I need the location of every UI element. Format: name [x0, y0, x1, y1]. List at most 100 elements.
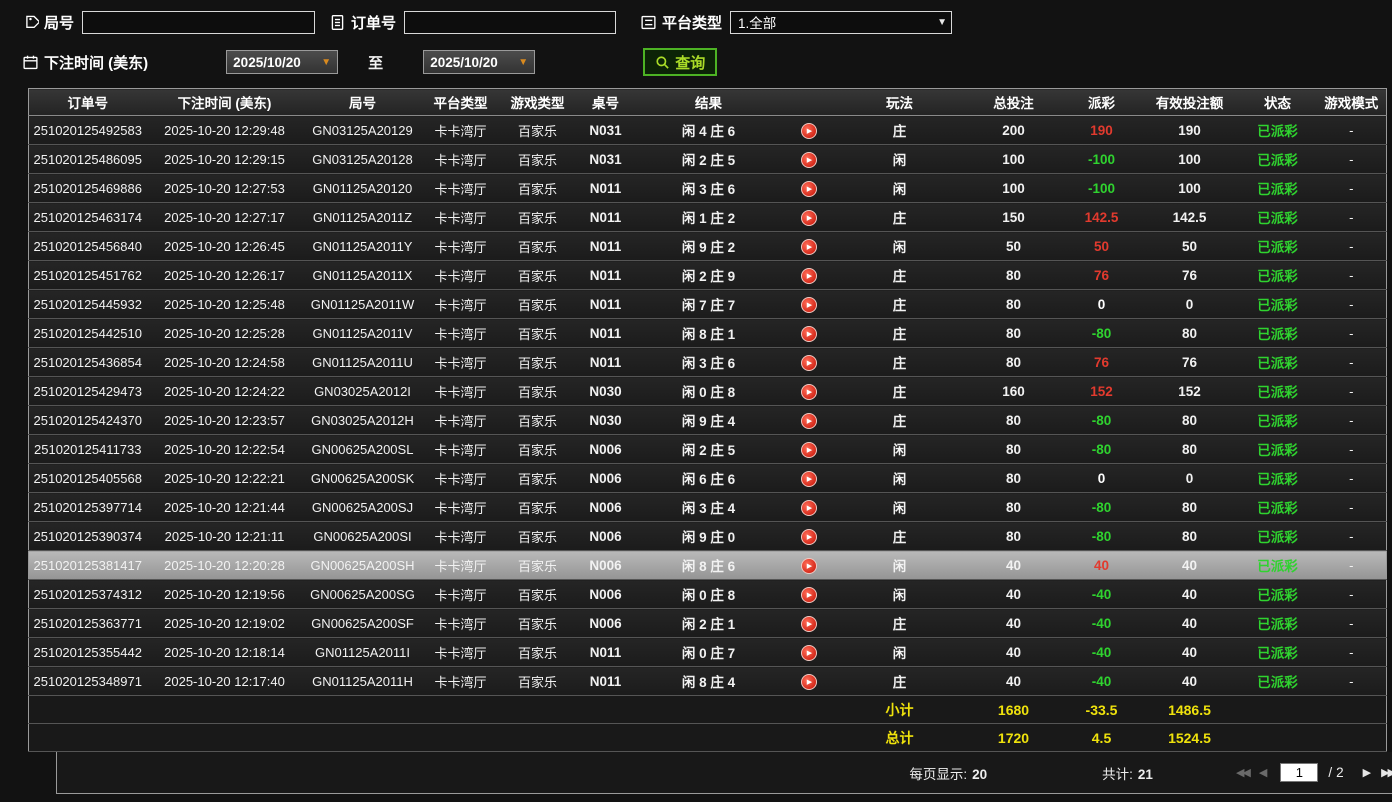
table-row[interactable]: 251020125424370 2025-10-20 12:23:57 GN0302…	[28, 405, 1387, 435]
cell-status: 已派彩	[1238, 347, 1317, 377]
game-no-label: 局号	[44, 14, 75, 32]
cell-play-type: 庄	[834, 289, 965, 319]
table-row[interactable]: 251020125411733 2025-10-20 12:22:54 GN0062…	[28, 434, 1387, 464]
cell-game-type: 百家乐	[498, 405, 577, 435]
platform-type-select[interactable]: 1.全部 ▼	[730, 10, 953, 34]
table-row[interactable]: 251020125397714 2025-10-20 12:21:44 GN0062…	[28, 492, 1387, 522]
replay-icon[interactable]: ▶	[800, 239, 817, 255]
cell-result: 闲 3 庄 6	[634, 173, 783, 203]
replay-icon[interactable]: ▶	[800, 384, 817, 400]
cell-total-bet: 80	[964, 521, 1063, 551]
cell-total-bet: 80	[964, 260, 1063, 290]
replay-icon[interactable]: ▶	[800, 500, 817, 516]
cell-play-type: 庄	[834, 376, 965, 406]
list-icon	[641, 15, 656, 29]
replay-icon[interactable]: ▶	[800, 471, 817, 487]
replay-icon[interactable]: ▶	[800, 413, 817, 429]
cell-total-bet: 40	[964, 550, 1063, 580]
cell-total-bet: 200	[964, 115, 1063, 145]
per-page-value: 20	[972, 766, 988, 782]
replay-icon[interactable]: ▶	[800, 442, 817, 458]
platform-type-value: 1.全部	[738, 16, 777, 31]
replay-icon[interactable]: ▶	[800, 616, 817, 632]
cell-table-no: N011	[576, 318, 635, 348]
table-row[interactable]: 251020125374312 2025-10-20 12:19:56 GN0062…	[28, 579, 1387, 609]
cell-order-no: 251020125445932	[28, 289, 147, 319]
table-row[interactable]: 251020125456840 2025-10-20 12:26:45 GN0112…	[28, 231, 1387, 261]
table-row[interactable]: 251020125451762 2025-10-20 12:26:17 GN0112…	[28, 260, 1387, 290]
table-row[interactable]: 251020125348971 2025-10-20 12:17:40 GN0112…	[28, 666, 1387, 696]
last-page-button[interactable]: ▶▶	[1376, 766, 1392, 779]
table-row[interactable]: 251020125390374 2025-10-20 12:21:11 GN0062…	[28, 521, 1387, 551]
date-to-picker[interactable]: 2025/10/20 ▼	[423, 50, 536, 74]
game-no-input[interactable]	[82, 10, 316, 34]
table-row[interactable]: 251020125429473 2025-10-20 12:24:22 GN0302…	[28, 376, 1387, 406]
cell-payout: -40	[1062, 579, 1141, 609]
cell-status: 已派彩	[1238, 173, 1317, 203]
cell-payout: -100	[1062, 144, 1141, 174]
table-row[interactable]: 251020125486095 2025-10-20 12:29:15 GN0312…	[28, 144, 1387, 174]
first-page-button[interactable]: ◀◀	[1231, 766, 1254, 779]
replay-icon[interactable]: ▶	[800, 587, 817, 603]
cell-game-mode: -	[1316, 376, 1387, 406]
table-row[interactable]: 251020125355442 2025-10-20 12:18:14 GN0112…	[28, 637, 1387, 667]
replay-icon[interactable]: ▶	[800, 210, 817, 226]
cell-bet-time: 2025-10-20 12:19:56	[146, 579, 303, 609]
replay-icon[interactable]: ▶	[800, 297, 817, 313]
cell-replay: ▶	[782, 376, 835, 406]
replay-icon[interactable]: ▶	[800, 152, 817, 168]
col-order-no: 订单号	[28, 88, 147, 116]
replay-icon[interactable]: ▶	[800, 355, 817, 371]
cell-valid-bet: 40	[1140, 608, 1239, 638]
order-no-label: 订单号	[351, 14, 397, 32]
subtotal-valid-bet: 1486.5	[1140, 695, 1239, 724]
cell-valid-bet: 80	[1140, 434, 1239, 464]
prev-page-button[interactable]: ◀	[1254, 766, 1272, 779]
cell-game-no: GN03125A20128	[302, 144, 423, 174]
order-no-input[interactable]	[404, 10, 617, 34]
cell-table-no: N030	[576, 376, 635, 406]
table-row[interactable]: 251020125492583 2025-10-20 12:29:48 GN0312…	[28, 115, 1387, 145]
date-from-picker[interactable]: 2025/10/20 ▼	[226, 50, 339, 74]
cell-payout: 76	[1062, 260, 1141, 290]
cell-order-no: 251020125451762	[28, 260, 147, 290]
cell-order-no: 251020125436854	[28, 347, 147, 377]
cell-game-mode: -	[1316, 579, 1387, 609]
replay-icon[interactable]: ▶	[800, 674, 817, 690]
replay-icon[interactable]: ▶	[800, 123, 817, 139]
table-row[interactable]: 251020125463174 2025-10-20 12:27:17 GN0112…	[28, 202, 1387, 232]
subtotal-spacer	[28, 695, 835, 724]
replay-icon[interactable]: ▶	[800, 268, 817, 284]
table-row[interactable]: 251020125442510 2025-10-20 12:25:28 GN0112…	[28, 318, 1387, 348]
cell-play-type: 闲	[834, 144, 965, 174]
next-page-button[interactable]: ▶	[1358, 766, 1376, 779]
table-row[interactable]: 251020125445932 2025-10-20 12:25:48 GN0112…	[28, 289, 1387, 319]
subtotal-total-bet: 1680	[964, 695, 1063, 724]
replay-icon[interactable]: ▶	[800, 529, 817, 545]
cell-platform: 卡卡湾厅	[422, 521, 499, 551]
cell-payout: -80	[1062, 318, 1141, 348]
replay-icon[interactable]: ▶	[800, 326, 817, 342]
table-row[interactable]: 251020125363771 2025-10-20 12:19:02 GN0062…	[28, 608, 1387, 638]
col-bet-time: 下注时间 (美东)	[146, 88, 303, 116]
cell-total-bet: 80	[964, 405, 1063, 435]
cell-game-no: GN00625A200SJ	[302, 492, 423, 522]
table-row[interactable]: 251020125436854 2025-10-20 12:24:58 GN0112…	[28, 347, 1387, 377]
cell-status: 已派彩	[1238, 318, 1317, 348]
cell-bet-time: 2025-10-20 12:21:11	[146, 521, 303, 551]
replay-icon[interactable]: ▶	[800, 645, 817, 661]
replay-icon[interactable]: ▶	[800, 558, 817, 574]
replay-icon[interactable]: ▶	[800, 181, 817, 197]
table-row[interactable]: 251020125381417 2025-10-20 12:20:28 GN0062…	[28, 550, 1387, 580]
cell-valid-bet: 76	[1140, 260, 1239, 290]
cell-game-mode: -	[1316, 434, 1387, 464]
cell-game-type: 百家乐	[498, 521, 577, 551]
cell-status: 已派彩	[1238, 492, 1317, 522]
query-button[interactable]: 查询	[643, 48, 718, 76]
cell-game-no: GN00625A200SF	[302, 608, 423, 638]
page-number-input[interactable]	[1280, 763, 1319, 782]
table-row[interactable]: 251020125469886 2025-10-20 12:27:53 GN0112…	[28, 173, 1387, 203]
cell-status: 已派彩	[1238, 463, 1317, 493]
table-row[interactable]: 251020125405568 2025-10-20 12:22:21 GN0062…	[28, 463, 1387, 493]
filter-row-top: 局号 订单号 平台类型 1.全部 ▼	[22, 8, 1392, 36]
